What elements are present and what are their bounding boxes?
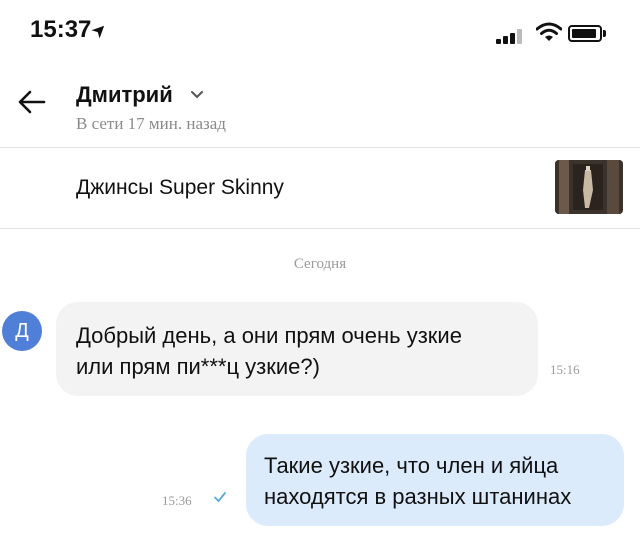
product-title[interactable]: Джинсы Super Skinny xyxy=(76,176,284,200)
message-time: 15:36 xyxy=(162,493,192,508)
checkmark-icon xyxy=(214,492,226,502)
message-time: 15:16 xyxy=(550,362,580,377)
battery-icon xyxy=(568,25,602,42)
battery-tip xyxy=(603,30,606,37)
message-text: Добрый день, а они прям очень узкие или … xyxy=(76,323,462,379)
outgoing-message-bubble[interactable]: Такие узкие, что член и яйца находятся в… xyxy=(246,434,624,526)
incoming-message-bubble[interactable]: Добрый день, а они прям очень узкие или … xyxy=(56,302,538,396)
chat-header: Дмитрий В сети 17 мин. назад xyxy=(0,62,640,148)
product-thumbnail[interactable] xyxy=(555,160,623,214)
chevron-down-icon[interactable] xyxy=(190,90,204,100)
wifi-icon xyxy=(536,22,562,41)
status-time: 15:37 xyxy=(30,16,92,43)
status-bar: 15:37 ➤ xyxy=(0,0,640,62)
cellular-signal-icon xyxy=(496,28,526,44)
contact-status: В сети 17 мин. назад xyxy=(76,114,226,133)
avatar[interactable]: Д xyxy=(2,311,42,351)
product-bar[interactable]: Джинсы Super Skinny xyxy=(0,148,640,228)
contact-name[interactable]: Дмитрий xyxy=(76,82,173,108)
divider xyxy=(0,228,640,229)
back-arrow-icon[interactable] xyxy=(14,84,50,120)
date-separator: Сегодня xyxy=(293,256,347,272)
message-text: Такие узкие, что член и яйца находятся в… xyxy=(264,453,572,509)
